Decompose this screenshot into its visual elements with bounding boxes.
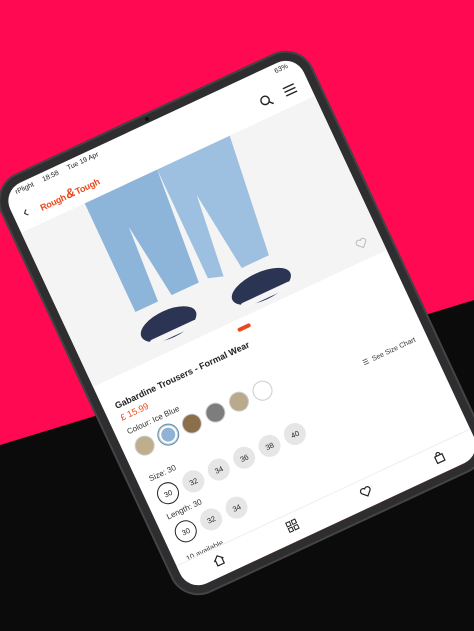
search-icon[interactable] [253,88,280,115]
length-option[interactable]: 34 [221,492,252,523]
grid-icon[interactable] [284,517,302,538]
home-icon[interactable] [210,551,228,572]
logo-left: Rough [38,191,68,213]
menu-icon[interactable] [277,77,304,104]
logo-right: Tough [73,176,102,197]
size-option[interactable]: 32 [178,466,209,497]
heart-icon[interactable] [357,483,375,504]
size-option[interactable]: 34 [204,454,234,485]
size-option[interactable]: 36 [229,443,259,473]
size-option[interactable]: 38 [254,431,285,461]
camera [144,116,150,122]
colour-swatch[interactable] [202,399,229,426]
colour-swatch[interactable] [178,410,206,437]
colour-swatch[interactable] [225,388,253,415]
size-option[interactable]: 30 [153,478,183,508]
length-option[interactable]: 32 [196,504,226,535]
colour-swatch-selected[interactable] [154,421,182,448]
length-option[interactable]: 30 [171,516,201,546]
size-option[interactable]: 40 [280,419,310,449]
colour-swatch[interactable] [249,377,276,404]
bag-icon[interactable] [430,449,448,470]
colour-swatch[interactable] [131,432,158,459]
ruler-icon: ☰ [361,358,371,368]
carousel-dot-active[interactable] [236,322,252,333]
